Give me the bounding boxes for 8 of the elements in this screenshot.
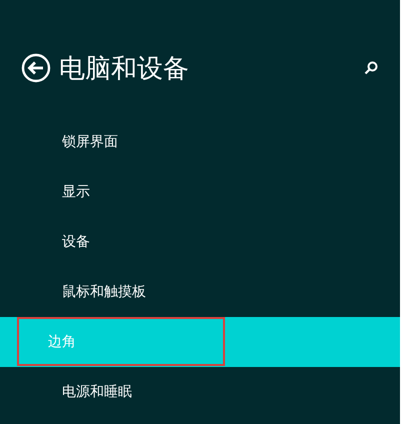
settings-item[interactable]: 电源和睡眠 bbox=[0, 367, 400, 417]
search-icon[interactable] bbox=[364, 61, 378, 75]
settings-item[interactable]: 锁屏界面 bbox=[0, 117, 400, 167]
back-icon[interactable] bbox=[21, 53, 51, 83]
settings-item[interactable]: 显示 bbox=[0, 167, 400, 217]
page-title: 电脑和设备 bbox=[59, 52, 190, 86]
settings-item[interactable]: 设备 bbox=[0, 217, 400, 267]
settings-item[interactable]: 鼠标和触摸板 bbox=[0, 267, 400, 317]
